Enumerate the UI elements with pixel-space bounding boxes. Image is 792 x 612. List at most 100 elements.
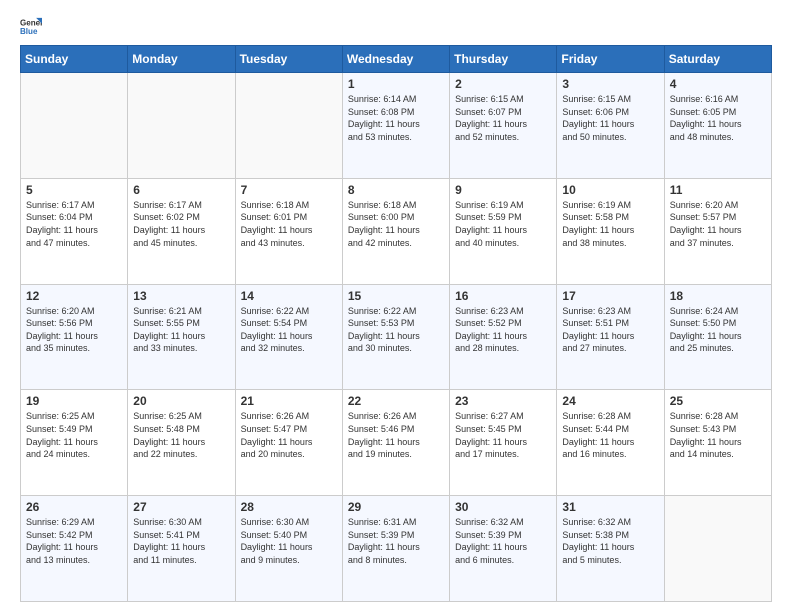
day-number: 21 (241, 394, 337, 408)
calendar-cell (664, 496, 771, 602)
cell-info: Sunrise: 6:29 AM Sunset: 5:42 PM Dayligh… (26, 516, 122, 566)
cell-info: Sunrise: 6:31 AM Sunset: 5:39 PM Dayligh… (348, 516, 444, 566)
day-number: 17 (562, 289, 658, 303)
calendar-cell: 9Sunrise: 6:19 AM Sunset: 5:59 PM Daylig… (450, 178, 557, 284)
calendar-cell: 29 Sunrise: 6:31 AM Sunset: 5:39 PM Dayli… (342, 496, 449, 602)
cell-info: Sunrise: 6:15 AM Sunset: 6:07 PM Dayligh… (455, 93, 551, 143)
cell-info: Sunrise: 6:19 AM Sunset: 5:59 PM Dayligh… (455, 199, 551, 249)
cell-info: Sunrise: 6:18 AM Sunset: 6:01 PM Dayligh… (241, 199, 337, 249)
cell-info: Sunrise: 6:14 AM Sunset: 6:08 PM Dayligh… (348, 93, 444, 143)
cell-info: Sunrise: 6:19 AM Sunset: 5:58 PM Dayligh… (562, 199, 658, 249)
calendar-cell: 24Sunrise: 6:28 AM Sunset: 5:44 PM Dayli… (557, 390, 664, 496)
day-number: 31 (562, 500, 658, 514)
day-number: 28 (241, 500, 337, 514)
day-number: 27 (133, 500, 229, 514)
day-number: 4 (670, 77, 766, 91)
calendar-cell: 20 Sunrise: 6:25 AM Sunset: 5:48 PM Dayli… (128, 390, 235, 496)
cell-info: Sunrise: 6:26 AM Sunset: 5:46 PM Dayligh… (348, 410, 444, 460)
calendar-cell: 6 Sunrise: 6:17 AM Sunset: 6:02 PM Daylig… (128, 178, 235, 284)
calendar-cell: 21 Sunrise: 6:26 AM Sunset: 5:47 PM Dayli… (235, 390, 342, 496)
cell-info: Sunrise: 6:17 AM Sunset: 6:02 PM Dayligh… (133, 199, 229, 249)
calendar-cell: 3 Sunrise: 6:15 AM Sunset: 6:06 PM Daylig… (557, 73, 664, 179)
day-number: 11 (670, 183, 766, 197)
day-number: 22 (348, 394, 444, 408)
weekday-header-saturday: Saturday (664, 46, 771, 73)
logo-icon: General Blue (20, 15, 42, 37)
cell-info: Sunrise: 6:20 AM Sunset: 5:57 PM Dayligh… (670, 199, 766, 249)
calendar-cell: 18 Sunrise: 6:24 AM Sunset: 5:50 PM Dayli… (664, 284, 771, 390)
calendar-cell: 16Sunrise: 6:23 AM Sunset: 5:52 PM Dayli… (450, 284, 557, 390)
cell-info: Sunrise: 6:20 AM Sunset: 5:56 PM Dayligh… (26, 305, 122, 355)
cell-info: Sunrise: 6:17 AM Sunset: 6:04 PM Dayligh… (26, 199, 122, 249)
day-number: 23 (455, 394, 551, 408)
calendar-cell: 22 Sunrise: 6:26 AM Sunset: 5:46 PM Dayli… (342, 390, 449, 496)
calendar-cell: 31 Sunrise: 6:32 AM Sunset: 5:38 PM Dayli… (557, 496, 664, 602)
day-number: 26 (26, 500, 122, 514)
day-number: 13 (133, 289, 229, 303)
day-number: 7 (241, 183, 337, 197)
calendar-cell: 4Sunrise: 6:16 AM Sunset: 6:05 PM Daylig… (664, 73, 771, 179)
calendar-cell: 10Sunrise: 6:19 AM Sunset: 5:58 PM Dayli… (557, 178, 664, 284)
day-number: 14 (241, 289, 337, 303)
calendar-week-row: 5 Sunrise: 6:17 AM Sunset: 6:04 PM Daylig… (21, 178, 772, 284)
day-number: 20 (133, 394, 229, 408)
calendar-cell: 17 Sunrise: 6:23 AM Sunset: 5:51 PM Dayli… (557, 284, 664, 390)
header: General Blue (20, 15, 772, 37)
day-number: 2 (455, 77, 551, 91)
cell-info: Sunrise: 6:32 AM Sunset: 5:38 PM Dayligh… (562, 516, 658, 566)
cell-info: Sunrise: 6:23 AM Sunset: 5:51 PM Dayligh… (562, 305, 658, 355)
day-number: 29 (348, 500, 444, 514)
weekday-header-sunday: Sunday (21, 46, 128, 73)
cell-info: Sunrise: 6:32 AM Sunset: 5:39 PM Dayligh… (455, 516, 551, 566)
calendar-cell (21, 73, 128, 179)
cell-info: Sunrise: 6:15 AM Sunset: 6:06 PM Dayligh… (562, 93, 658, 143)
weekday-header-row: SundayMondayTuesdayWednesdayThursdayFrid… (21, 46, 772, 73)
calendar-cell: 28 Sunrise: 6:30 AM Sunset: 5:40 PM Dayli… (235, 496, 342, 602)
calendar-cell: 12 Sunrise: 6:20 AM Sunset: 5:56 PM Dayli… (21, 284, 128, 390)
calendar-cell: 15Sunrise: 6:22 AM Sunset: 5:53 PM Dayli… (342, 284, 449, 390)
calendar-table: SundayMondayTuesdayWednesdayThursdayFrid… (20, 45, 772, 602)
calendar-cell: 14 Sunrise: 6:22 AM Sunset: 5:54 PM Dayli… (235, 284, 342, 390)
day-number: 6 (133, 183, 229, 197)
calendar-cell: 8Sunrise: 6:18 AM Sunset: 6:00 PM Daylig… (342, 178, 449, 284)
calendar-week-row: 26 Sunrise: 6:29 AM Sunset: 5:42 PM Dayli… (21, 496, 772, 602)
day-number: 12 (26, 289, 122, 303)
calendar-cell: 1 Sunrise: 6:14 AM Sunset: 6:08 PM Daylig… (342, 73, 449, 179)
day-number: 30 (455, 500, 551, 514)
cell-info: Sunrise: 6:24 AM Sunset: 5:50 PM Dayligh… (670, 305, 766, 355)
calendar-week-row: 1 Sunrise: 6:14 AM Sunset: 6:08 PM Daylig… (21, 73, 772, 179)
cell-info: Sunrise: 6:30 AM Sunset: 5:41 PM Dayligh… (133, 516, 229, 566)
day-number: 19 (26, 394, 122, 408)
weekday-header-monday: Monday (128, 46, 235, 73)
cell-info: Sunrise: 6:25 AM Sunset: 5:49 PM Dayligh… (26, 410, 122, 460)
cell-info: Sunrise: 6:27 AM Sunset: 5:45 PM Dayligh… (455, 410, 551, 460)
weekday-header-friday: Friday (557, 46, 664, 73)
weekday-header-wednesday: Wednesday (342, 46, 449, 73)
cell-info: Sunrise: 6:22 AM Sunset: 5:54 PM Dayligh… (241, 305, 337, 355)
calendar-cell (128, 73, 235, 179)
calendar-week-row: 12 Sunrise: 6:20 AM Sunset: 5:56 PM Dayli… (21, 284, 772, 390)
calendar-cell: 11 Sunrise: 6:20 AM Sunset: 5:57 PM Dayli… (664, 178, 771, 284)
cell-info: Sunrise: 6:23 AM Sunset: 5:52 PM Dayligh… (455, 305, 551, 355)
calendar-cell: 13Sunrise: 6:21 AM Sunset: 5:55 PM Dayli… (128, 284, 235, 390)
calendar-page: General Blue SundayMondayTuesdayWednesda… (0, 0, 792, 612)
weekday-header-thursday: Thursday (450, 46, 557, 73)
day-number: 1 (348, 77, 444, 91)
calendar-cell: 7 Sunrise: 6:18 AM Sunset: 6:01 PM Daylig… (235, 178, 342, 284)
cell-info: Sunrise: 6:30 AM Sunset: 5:40 PM Dayligh… (241, 516, 337, 566)
calendar-cell: 5 Sunrise: 6:17 AM Sunset: 6:04 PM Daylig… (21, 178, 128, 284)
day-number: 3 (562, 77, 658, 91)
calendar-cell: 26 Sunrise: 6:29 AM Sunset: 5:42 PM Dayli… (21, 496, 128, 602)
cell-info: Sunrise: 6:28 AM Sunset: 5:43 PM Dayligh… (670, 410, 766, 460)
day-number: 5 (26, 183, 122, 197)
cell-info: Sunrise: 6:26 AM Sunset: 5:47 PM Dayligh… (241, 410, 337, 460)
cell-info: Sunrise: 6:25 AM Sunset: 5:48 PM Dayligh… (133, 410, 229, 460)
weekday-header-tuesday: Tuesday (235, 46, 342, 73)
day-number: 18 (670, 289, 766, 303)
day-number: 8 (348, 183, 444, 197)
day-number: 25 (670, 394, 766, 408)
calendar-cell: 23 Sunrise: 6:27 AM Sunset: 5:45 PM Dayli… (450, 390, 557, 496)
calendar-cell (235, 73, 342, 179)
calendar-cell: 2 Sunrise: 6:15 AM Sunset: 6:07 PM Daylig… (450, 73, 557, 179)
cell-info: Sunrise: 6:28 AM Sunset: 5:44 PM Dayligh… (562, 410, 658, 460)
